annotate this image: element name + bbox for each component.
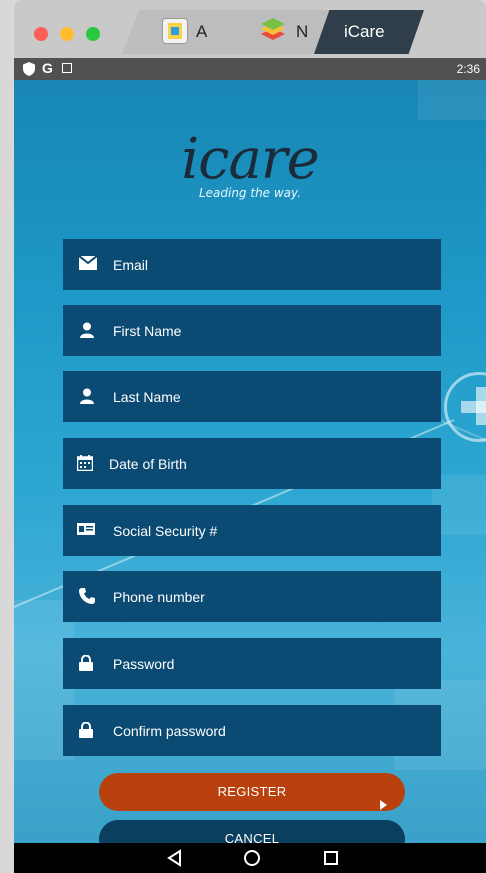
google-icon: G [42,60,53,76]
tab-app-store-label: A [196,22,208,41]
email-field[interactable] [63,239,441,290]
status-time: 2:36 [456,62,480,76]
tab-icare-label: iCare [344,22,385,41]
bluestacks-icon [258,18,285,42]
last-name-field-container [63,371,441,422]
first-name-field-container [63,305,441,356]
register-button-label: REGISTER [217,784,287,799]
register-screen: icare Leading the way. Email First Name … [14,80,486,843]
email-field-container [63,239,441,290]
last-name-field[interactable] [63,371,441,422]
date-of-birth-field[interactable] [63,438,441,489]
logo-tagline: Leading the way. [198,186,302,200]
window-titlebar: A N iCare [14,0,486,58]
minimize-window-button[interactable] [60,27,74,41]
phone-field-container [63,571,441,622]
maximize-window-button[interactable] [86,27,100,41]
plus-decoration [461,401,486,413]
tab-icare[interactable]: iCare [314,10,424,54]
home-icon[interactable] [243,849,261,872]
date-of-birth-field-container [63,438,441,489]
icare-logo: icare Leading the way. [14,127,486,201]
password-field-container [63,638,441,689]
tab-bluestacks-label: N [296,22,309,41]
android-nav-bar [14,843,486,873]
app-store-icon [162,18,188,44]
logo-wordmark: icare [181,127,320,192]
ssn-field[interactable] [63,505,441,556]
back-icon[interactable] [166,849,184,872]
status-bar: G 2:36 [14,58,486,80]
confirm-password-field[interactable] [63,705,441,756]
register-button[interactable]: REGISTER [99,773,405,811]
confirm-password-field-container [63,705,441,756]
notification-icon [62,63,72,73]
cancel-button[interactable]: CANCEL [99,820,405,843]
ssn-field-container [63,505,441,556]
first-name-field[interactable] [63,305,441,356]
password-field[interactable] [63,638,441,689]
recents-icon[interactable] [322,849,340,872]
cancel-button-label: CANCEL [224,831,280,843]
phone-field[interactable] [63,571,441,622]
close-window-button[interactable] [34,27,48,41]
shield-icon [23,62,35,79]
